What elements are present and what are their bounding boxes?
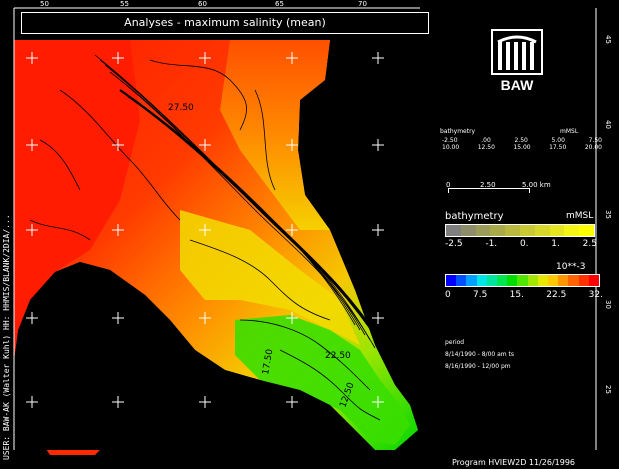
salinity-swatch xyxy=(456,275,467,286)
salinity-swatch xyxy=(476,275,487,286)
salinity-swatch xyxy=(466,275,477,286)
bathymetry-unit: mMSL xyxy=(566,211,594,221)
contour-label: 27.50 xyxy=(168,103,194,113)
salinity-swatch xyxy=(527,275,538,286)
bathymetry-label: bathymetry xyxy=(445,211,504,222)
bathymetry-swatch xyxy=(519,225,535,236)
salinity-swatch xyxy=(537,275,549,286)
top-tick-label: 50 xyxy=(40,0,49,8)
salinity-swatch xyxy=(568,275,579,286)
bathymetry-swatch xyxy=(564,225,580,236)
bathymetry-swatch xyxy=(579,225,594,236)
map-title: Analyses - maximum salinity (mean) xyxy=(124,16,326,29)
legend-header-unit: mMSL xyxy=(560,128,579,135)
salinity-swatch xyxy=(588,275,600,286)
bathymetry-swatch xyxy=(549,225,565,236)
period-line: 8/14/1990 - 8/00 am ts xyxy=(445,351,515,358)
svg-text:BAW: BAW xyxy=(501,77,534,92)
legend-header-row1: -2.50.00 2.50 5.00 7.50 xyxy=(442,137,602,144)
footer-program: Program HVIEW2D 11/26/1996 xyxy=(452,458,576,467)
salinity-unit: 10**-3 xyxy=(556,262,586,272)
legend-header-label: bathymetry xyxy=(440,128,476,135)
right-tick-label: 45 xyxy=(604,35,612,44)
salinity-swatch xyxy=(507,275,518,286)
baw-logo: BAW xyxy=(491,29,543,92)
map-figure: 27.50 22.50 17.50 12.50 Analyses - maxim… xyxy=(0,0,619,469)
top-tick-label: 60 xyxy=(198,0,207,8)
salinity-colorbar xyxy=(445,274,600,287)
right-tick-label: 30 xyxy=(604,300,612,309)
right-tick-label: 35 xyxy=(604,210,612,219)
bathymetry-swatch xyxy=(446,225,461,236)
scale-label: 5.00 km xyxy=(522,181,551,189)
top-tick-label: 55 xyxy=(120,0,129,8)
salinity-swatch xyxy=(486,275,498,286)
salinity-swatch xyxy=(578,275,589,286)
salinity-swatch xyxy=(548,275,559,286)
scale-label: 0 xyxy=(446,181,451,189)
bathymetry-swatch xyxy=(534,225,550,236)
right-tick-label: 40 xyxy=(604,120,612,129)
right-tick-label: 25 xyxy=(604,385,612,394)
salinity-swatch xyxy=(517,275,528,286)
legend-header-row2: 10.00 12.50 15.00 17.50 20.00 xyxy=(442,144,602,151)
bathymetry-swatch xyxy=(475,225,491,236)
period-heading: period xyxy=(445,339,465,346)
bathymetry-colorbar xyxy=(445,224,595,237)
bathymetry-swatch xyxy=(505,225,520,236)
top-tick-label: 70 xyxy=(358,0,367,8)
salinity-swatch xyxy=(558,275,569,286)
salinity-swatch xyxy=(446,275,457,286)
left-credit-text: USER: BAW-AK (Walter Kuhl) HH: HHMIS/BLA… xyxy=(2,214,11,460)
bathymetry-swatch xyxy=(460,225,476,236)
bathymetry-ticks: -2.5 -1. 0. 1. 2.5 xyxy=(445,239,597,249)
bathymetry-swatch xyxy=(490,225,506,236)
salinity-swatch xyxy=(497,275,508,286)
scale-label: 2.50 xyxy=(480,181,496,189)
top-tick-label: 65 xyxy=(275,0,284,8)
salinity-ticks: 0 7.5 15. 22.5 32. xyxy=(445,290,603,300)
title-box: Analyses - maximum salinity (mean) xyxy=(21,12,429,34)
contour-label: 22.50 xyxy=(325,351,351,361)
period-line: 8/16/1990 - 12/00 pm xyxy=(445,363,511,370)
